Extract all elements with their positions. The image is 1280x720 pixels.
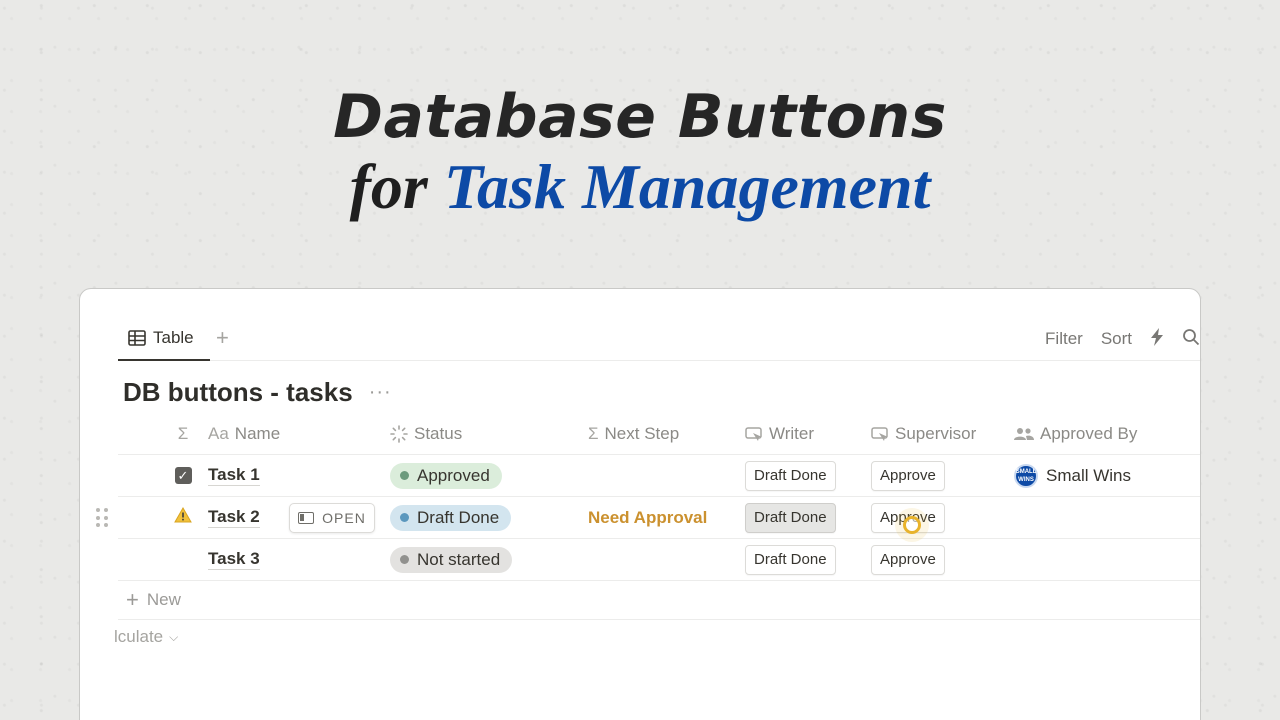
header-next-step-label: Next Step (604, 423, 680, 443)
side-peek-icon (298, 512, 315, 524)
header-sigma[interactable]: Σ (168, 413, 198, 454)
status-label: Not started (417, 549, 501, 569)
view-tabbar: Table + Filter Sort (118, 317, 1200, 361)
headline-subtitle-accent: Task Management (443, 151, 931, 222)
database-title-text: DB buttons - tasks (123, 377, 353, 407)
status-icon (390, 424, 408, 443)
tab-table-label: Table (153, 328, 194, 347)
status-badge: Draft Done (390, 504, 512, 531)
table-footer-divider (118, 619, 1200, 620)
row-approved-by-cell[interactable]: SMALL WINS Small Wins (1014, 455, 1200, 496)
row-approved-by-cell[interactable] (1014, 539, 1200, 580)
header-next-step[interactable]: Σ Next Step (588, 413, 738, 454)
status-label: Draft Done (417, 507, 500, 527)
draft-done-button[interactable]: Draft Done (745, 460, 836, 491)
draft-done-button[interactable]: Draft Done (745, 544, 836, 575)
table-header: Σ Aa Name Status Σ Next Step Writer Supe… (118, 413, 1200, 455)
avatar: SMALL WINS (1014, 463, 1038, 488)
title-prop-icon: Aa (208, 423, 229, 443)
table-icon (128, 330, 146, 346)
headline-subtitle: for Task Management (0, 150, 1280, 224)
header-supervisor[interactable]: Supervisor (871, 413, 1011, 454)
add-new-row-button[interactable]: + New (126, 585, 181, 615)
row-writer-cell: Draft Done (745, 497, 865, 538)
status-dot (400, 513, 409, 522)
table-row: ✓ Task 1 Approved Draft Done Approve SMA… (118, 455, 1200, 497)
tab-table[interactable]: Table (118, 317, 210, 361)
drag-handle-icon[interactable] (96, 508, 108, 528)
formula-icon: Σ (588, 423, 599, 443)
table-row: Task 2 OPEN Draft Done Need Approval Dra… (96, 497, 1200, 539)
draft-done-button[interactable]: Draft Done (745, 502, 836, 533)
task-name[interactable]: Task 3 (208, 549, 260, 570)
row-marker (168, 539, 198, 580)
next-step-text: Need Approval (588, 507, 708, 527)
header-name[interactable]: Aa Name (208, 413, 388, 454)
notion-window: Table + Filter Sort DB buttons - tasks ·… (79, 288, 1201, 720)
row-next-step-cell (588, 455, 738, 496)
table-row: Task 3 Not started Draft Done Approve (118, 539, 1200, 581)
row-writer-cell: Draft Done (745, 539, 865, 580)
row-supervisor-cell: Approve (871, 539, 1011, 580)
button-prop-icon (745, 426, 762, 441)
automation-icon[interactable] (1150, 327, 1164, 351)
row-approved-by-cell[interactable] (1014, 497, 1200, 538)
row-next-step-cell (588, 539, 738, 580)
row-status-cell[interactable]: Not started (390, 539, 580, 580)
calculate-button[interactable]: lculate ⌵ (114, 627, 178, 647)
row-next-step-cell: Need Approval (588, 497, 738, 538)
header-writer-label: Writer (769, 423, 815, 443)
open-label: OPEN (322, 510, 366, 526)
sigma-icon: Σ (177, 423, 189, 443)
calculate-label: lculate (114, 627, 164, 646)
status-badge: Not started (390, 546, 513, 573)
chevron-down-icon: ⌵ (169, 629, 179, 644)
row-marker: ✓ (168, 455, 198, 496)
status-dot (400, 471, 409, 480)
filter-button[interactable]: Filter (1045, 329, 1083, 349)
search-icon[interactable] (1182, 328, 1200, 351)
header-status[interactable]: Status (390, 413, 580, 454)
header-status-label: Status (414, 423, 463, 443)
plus-icon: + (126, 587, 139, 612)
row-supervisor-cell: Approve (871, 455, 1011, 496)
row-writer-cell: Draft Done (745, 455, 865, 496)
sort-button[interactable]: Sort (1101, 329, 1132, 349)
row-supervisor-cell: Approve (871, 497, 1011, 538)
row-status-cell[interactable]: Approved (390, 455, 580, 496)
click-cursor-indicator (903, 516, 921, 534)
status-dot (400, 555, 409, 564)
row-name-cell[interactable]: Task 1 (208, 455, 388, 496)
status-badge: Approved (390, 462, 502, 489)
header-approved-by-label: Approved By (1040, 423, 1138, 443)
row-marker (168, 497, 198, 538)
add-view-button[interactable]: + (216, 325, 229, 351)
warning-icon (174, 506, 192, 528)
header-writer[interactable]: Writer (745, 413, 865, 454)
task-name[interactable]: Task 1 (208, 465, 260, 486)
checkbox-checked-icon: ✓ (174, 467, 192, 484)
header-approved-by[interactable]: Approved By (1014, 413, 1200, 454)
headline-title: Database Buttons (333, 82, 947, 152)
open-page-button[interactable]: OPEN (289, 503, 375, 533)
people-icon (1014, 427, 1034, 440)
status-label: Approved (417, 465, 490, 485)
approver-name: Small Wins (1046, 465, 1132, 485)
headline-subtitle-lead: for (349, 151, 444, 222)
row-status-cell[interactable]: Draft Done (390, 497, 580, 538)
button-prop-icon (871, 426, 888, 441)
header-supervisor-label: Supervisor (895, 423, 977, 443)
database-title[interactable]: DB buttons - tasks ··· (123, 377, 392, 408)
task-name[interactable]: Task 2 (208, 507, 260, 528)
row-name-cell[interactable]: Task 3 (208, 539, 388, 580)
approve-button[interactable]: Approve (871, 544, 945, 575)
view-toolbar: Filter Sort (1045, 317, 1200, 361)
new-row-label: New (146, 590, 181, 609)
more-icon[interactable]: ··· (369, 381, 392, 404)
header-name-label: Name (234, 423, 281, 443)
approve-button[interactable]: Approve (871, 460, 945, 491)
